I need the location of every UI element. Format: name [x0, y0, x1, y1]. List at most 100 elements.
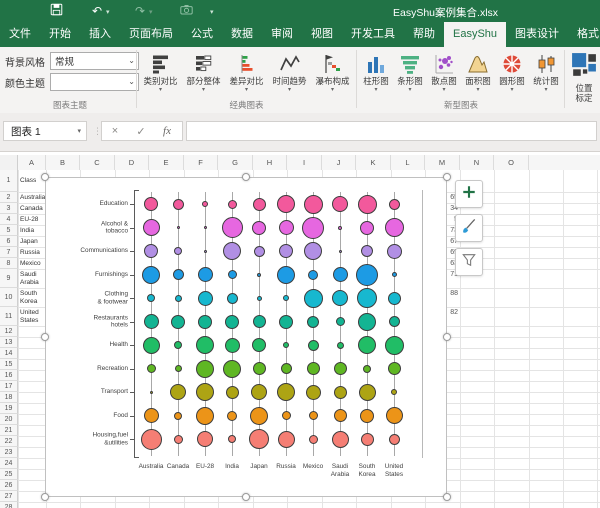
undo-icon[interactable]: ↶: [92, 3, 102, 19]
ribbon-tab-开始[interactable]: 开始: [40, 22, 80, 47]
waterfall-button[interactable]: 瀑布构成▾: [311, 52, 354, 94]
insert-function-icon[interactable]: fx: [154, 125, 180, 137]
column-header-N[interactable]: N: [460, 155, 494, 170]
row-header-23[interactable]: 23: [0, 447, 18, 458]
cancel-icon[interactable]: ×: [102, 125, 128, 137]
enter-icon[interactable]: ✓: [128, 125, 154, 138]
chevron-down-icon[interactable]: ▾: [331, 87, 334, 94]
save-icon[interactable]: [50, 3, 63, 20]
chevron-down-icon[interactable]: ▾: [476, 87, 479, 94]
row-header-22[interactable]: 22: [0, 436, 18, 447]
ribbon-tab-数据[interactable]: 数据: [222, 22, 262, 47]
ribbon-tab-页面布局[interactable]: 页面布局: [120, 22, 182, 47]
column-header-A[interactable]: A: [18, 155, 46, 170]
row-header-12[interactable]: 12: [0, 326, 18, 337]
column-header-C[interactable]: C: [80, 155, 115, 170]
row-header-10[interactable]: 10: [0, 288, 18, 307]
row-header-8[interactable]: 8: [0, 258, 18, 269]
bar-chart-button[interactable]: 条形图▾: [393, 52, 427, 94]
cell-A8[interactable]: Mexico: [20, 258, 45, 269]
column-header-K[interactable]: K: [356, 155, 391, 170]
chart-filters-button[interactable]: [455, 248, 483, 276]
column-header-B[interactable]: B: [46, 155, 80, 170]
row-header-20[interactable]: 20: [0, 414, 18, 425]
column-header-O[interactable]: O: [494, 155, 529, 170]
column-header-H[interactable]: H: [253, 155, 287, 170]
row-header-24[interactable]: 24: [0, 458, 18, 469]
ribbon-tab-审阅[interactable]: 审阅: [262, 22, 302, 47]
chart-styles-button[interactable]: [455, 214, 483, 242]
column-header-L[interactable]: L: [391, 155, 425, 170]
column-chart-button[interactable]: 柱形图▾: [359, 52, 393, 94]
select-all-corner[interactable]: [0, 155, 18, 170]
chevron-down-icon[interactable]: ▾: [159, 87, 162, 94]
cell-A1[interactable]: Class: [20, 170, 45, 192]
stats-chart-button[interactable]: 统计图▾: [529, 52, 563, 94]
chevron-down-icon[interactable]: ▾: [510, 87, 513, 94]
row-header-2[interactable]: 2: [0, 192, 18, 203]
scatter-chart-button[interactable]: 散点图▾: [427, 52, 461, 94]
row-header-15[interactable]: 15: [0, 359, 18, 370]
row-header-25[interactable]: 25: [0, 469, 18, 480]
column-header-G[interactable]: G: [218, 155, 253, 170]
cell-A2[interactable]: Australia: [20, 192, 45, 203]
ribbon-tab-插入[interactable]: 插入: [80, 22, 120, 47]
row-header-1[interactable]: 1: [0, 170, 18, 192]
column-header-E[interactable]: E: [149, 155, 184, 170]
ribbon-tab-EasyShu[interactable]: EasyShu: [444, 22, 506, 47]
row-header-11[interactable]: 11: [0, 307, 18, 326]
row-header-6[interactable]: 6: [0, 236, 18, 247]
cell-A7[interactable]: Russia: [20, 247, 45, 258]
cell-A4[interactable]: EU-28: [20, 214, 45, 225]
column-header-M[interactable]: M: [425, 155, 460, 170]
row-header-5[interactable]: 5: [0, 225, 18, 236]
cell-A9[interactable]: Saudi Arabia: [20, 269, 45, 288]
ribbon-tab-文件[interactable]: 文件: [0, 22, 40, 47]
position-calibration-button[interactable]: 位置 标定: [567, 52, 600, 103]
row-header-21[interactable]: 21: [0, 425, 18, 436]
part-whole-button[interactable]: 部分整体▾: [182, 52, 225, 94]
chevron-down-icon[interactable]: ▾: [544, 87, 547, 94]
row-header-13[interactable]: 13: [0, 337, 18, 348]
formula-input[interactable]: [186, 121, 597, 141]
row-header-17[interactable]: 17: [0, 381, 18, 392]
ribbon-tab-帮助[interactable]: 帮助: [404, 22, 444, 47]
chevron-down-icon[interactable]: ▾: [442, 87, 445, 94]
row-header-16[interactable]: 16: [0, 370, 18, 381]
cell-A5[interactable]: India: [20, 225, 45, 236]
cell-A11[interactable]: United States: [20, 307, 45, 326]
ribbon-tab-开发工具[interactable]: 开发工具: [342, 22, 404, 47]
chevron-down-icon[interactable]: ▾: [408, 87, 411, 94]
cell-A3[interactable]: Canada: [20, 203, 45, 214]
row-header-18[interactable]: 18: [0, 392, 18, 403]
column-header-I[interactable]: I: [287, 155, 322, 170]
background-style-select[interactable]: 常规⌄: [50, 52, 139, 70]
cell-A10[interactable]: South Korea: [20, 288, 45, 307]
ribbon-tab-公式[interactable]: 公式: [182, 22, 222, 47]
row-header-7[interactable]: 7: [0, 247, 18, 258]
undo-dropdown-icon[interactable]: ▾: [106, 8, 110, 16]
row-header-28[interactable]: 28: [0, 502, 18, 508]
row-header-14[interactable]: 14: [0, 348, 18, 359]
row-header-26[interactable]: 26: [0, 480, 18, 491]
area-chart-button[interactable]: 面积图▾: [461, 52, 495, 94]
pie-chart-button[interactable]: 圆形图▾: [495, 52, 529, 94]
column-header-D[interactable]: D: [115, 155, 149, 170]
row-header-4[interactable]: 4: [0, 214, 18, 225]
column-header-J[interactable]: J: [322, 155, 356, 170]
chart-elements-button[interactable]: [455, 180, 483, 208]
chevron-down-icon[interactable]: ▾: [202, 87, 205, 94]
difference-compare-button[interactable]: 差异对比▾: [225, 52, 268, 94]
name-box[interactable]: 图表 1▾: [3, 121, 87, 141]
bubble-chart-object[interactable]: EducationAlcohol & tobaccoCommunications…: [45, 177, 447, 497]
row-header-9[interactable]: 9: [0, 269, 18, 288]
row-header-3[interactable]: 3: [0, 203, 18, 214]
column-header-F[interactable]: F: [184, 155, 218, 170]
row-header-19[interactable]: 19: [0, 403, 18, 414]
time-trend-button[interactable]: 时间趋势▾: [268, 52, 311, 94]
chevron-down-icon[interactable]: ▾: [374, 87, 377, 94]
color-theme-select[interactable]: ⌄: [50, 73, 139, 91]
ribbon-tab-格式[interactable]: 格式: [568, 22, 600, 47]
category-compare-button[interactable]: 类别对比▾: [139, 52, 182, 94]
chevron-down-icon[interactable]: ▾: [245, 87, 248, 94]
